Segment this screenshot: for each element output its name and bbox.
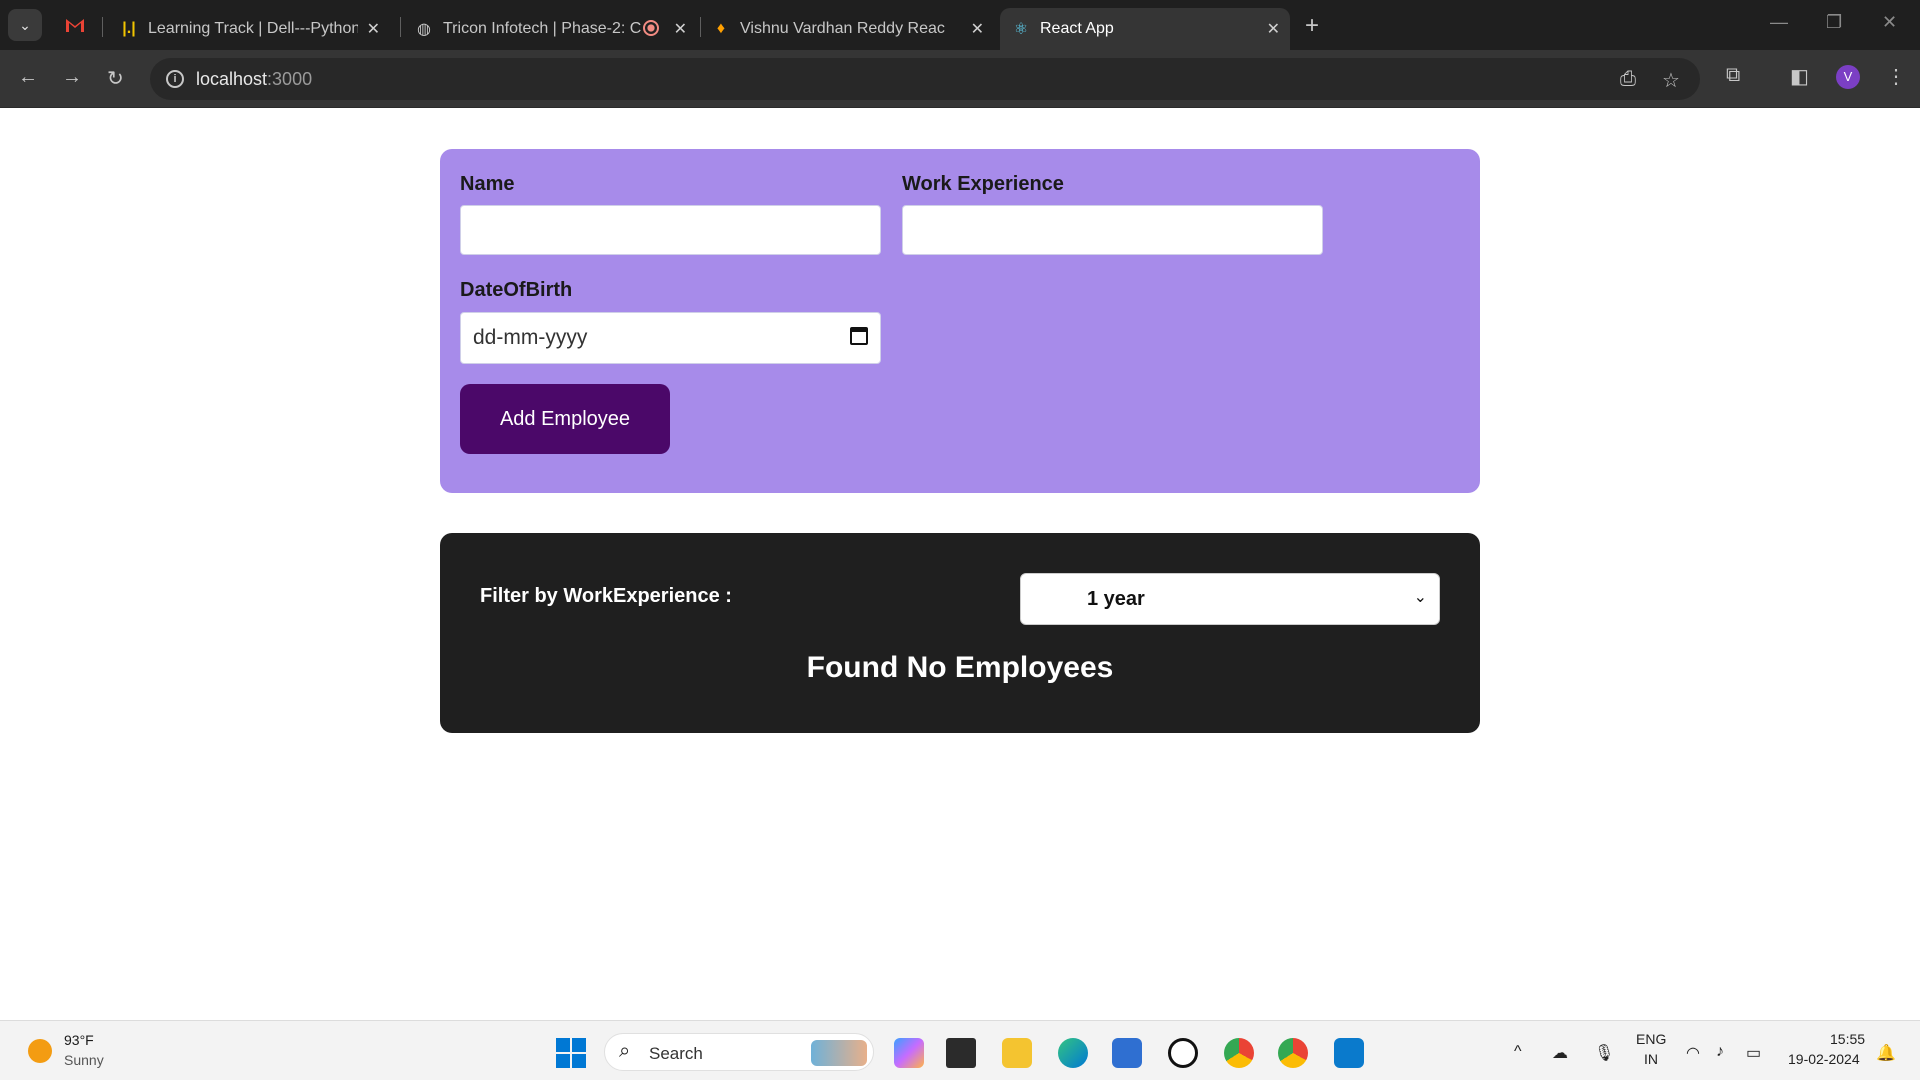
work-experience-input[interactable] — [902, 205, 1323, 255]
restore-icon[interactable]: ❐ — [1826, 12, 1842, 33]
site-info-icon[interactable]: i — [166, 70, 184, 88]
filter-label: Filter by WorkExperience : — [480, 585, 732, 607]
tab-separator — [400, 17, 401, 37]
extensions-icon[interactable]: ⧉ — [1726, 64, 1740, 87]
tab-tricon-infotech[interactable]: ◍ Tricon Infotech | Phase-2: C ✕ — [415, 8, 697, 50]
no-employees-message: Found No Employees — [806, 651, 1114, 684]
name-label: Name — [460, 173, 515, 195]
browser-tab-strip: ⌄ |.| Learning Track | Dell---Python-F ✕… — [0, 0, 1920, 50]
browser-toolbar: ← → ↻ i localhost:3000 ⎙ ☆ ⧉ ◧ ⋮ — [0, 50, 1920, 108]
chevron-down-icon: ⌄ — [19, 16, 31, 33]
add-employee-form: Name Work Experience DateOfBirth dd-mm-y… — [440, 149, 1480, 493]
taskbar-search-placeholder: Search — [649, 1044, 703, 1063]
edge-icon[interactable] — [1058, 1038, 1088, 1068]
globe-icon: ◍ — [417, 21, 431, 38]
react-icon: ⚛ — [1013, 21, 1029, 38]
tab-title: Tricon Infotech | Phase-2: C — [443, 20, 642, 37]
sun-icon[interactable] — [28, 1039, 52, 1063]
employee-filter-section: Filter by WorkExperience : 1 year ⌄ Foun… — [440, 533, 1480, 733]
weather-temperature[interactable]: 93°F — [64, 1032, 94, 1048]
close-icon[interactable]: ✕ — [971, 19, 984, 39]
tab-separator — [102, 17, 103, 37]
profile-avatar[interactable]: V — [1836, 65, 1860, 89]
menu-kebab-icon[interactable]: ⋮ — [1886, 64, 1906, 89]
reload-icon[interactable]: ↻ — [107, 66, 124, 91]
language-indicator[interactable]: ENG — [1636, 1031, 1666, 1047]
calendar-icon[interactable] — [850, 327, 868, 345]
clock-time[interactable]: 15:55 — [1830, 1031, 1865, 1047]
store-icon[interactable] — [1112, 1038, 1142, 1068]
language-region[interactable]: IN — [1644, 1051, 1658, 1067]
clock-date[interactable]: 19-02-2024 — [1788, 1051, 1860, 1067]
show-hidden-icons-icon[interactable]: ^ — [1514, 1043, 1522, 1061]
tab-learning-track[interactable]: |.| Learning Track | Dell---Python-F ✕ — [120, 8, 390, 50]
address-bar[interactable]: i localhost:3000 ⎙ ☆ — [150, 58, 1700, 100]
chrome-icon[interactable] — [1224, 1038, 1254, 1068]
recording-icon — [643, 20, 659, 36]
gmail-pinned-tab[interactable] — [64, 14, 86, 36]
new-tab-button[interactable]: + — [1305, 12, 1319, 40]
gmail-icon — [66, 19, 84, 32]
minimize-icon[interactable]: — — [1770, 12, 1788, 33]
chrome-profile-icon[interactable] — [1278, 1038, 1308, 1068]
tab-separator — [700, 17, 701, 37]
close-icon[interactable]: ✕ — [674, 19, 687, 39]
bar-chart-icon: |.| — [122, 20, 136, 37]
windows-taskbar: 93°F Sunny ⌕ Search ^ ☁ 🎙 ENG IN ◠ ♪ ▭ 1… — [0, 1020, 1920, 1080]
firebase-icon: ♦ — [716, 20, 726, 37]
date-placeholder: dd-mm-yyyy — [473, 326, 588, 349]
tab-title: React App — [1040, 20, 1114, 37]
name-input[interactable] — [460, 205, 881, 255]
chevron-down-icon: ⌄ — [1413, 589, 1427, 606]
dell-icon[interactable] — [1168, 1038, 1198, 1068]
install-app-icon[interactable]: ⎙ — [1620, 68, 1636, 91]
onedrive-cloud-icon[interactable]: ☁ — [1552, 1043, 1568, 1063]
copilot-icon[interactable] — [894, 1038, 924, 1068]
task-view-icon[interactable] — [946, 1038, 976, 1068]
tab-title: Vishnu Vardhan Reddy ReactJS — [740, 20, 945, 37]
window-close-icon[interactable]: ✕ — [1882, 12, 1897, 33]
date-of-birth-label: DateOfBirth — [460, 279, 573, 301]
work-experience-select[interactable]: 1 year ⌄ — [1020, 573, 1440, 625]
work-experience-label: Work Experience — [902, 173, 1064, 195]
back-icon[interactable]: ← — [18, 66, 38, 89]
tab-vishnu-reactjs[interactable]: ♦ Vishnu Vardhan Reddy ReactJS ✕ — [712, 8, 994, 50]
vscode-icon[interactable] — [1334, 1038, 1364, 1068]
date-of-birth-input[interactable]: dd-mm-yyyy — [460, 312, 881, 364]
search-icon: ⌕ — [619, 1040, 631, 1062]
taskbar-search-box[interactable]: ⌕ Search — [604, 1033, 874, 1071]
notification-bell-icon[interactable]: 🔔 — [1876, 1043, 1896, 1063]
close-icon[interactable]: ✕ — [367, 19, 380, 39]
tab-search-button[interactable]: ⌄ — [8, 9, 42, 41]
selected-option: 1 year — [1087, 588, 1145, 610]
speaker-icon[interactable]: ♪ — [1716, 1043, 1724, 1061]
tab-react-app[interactable]: ⚛ React App ✕ — [1000, 8, 1290, 50]
weather-description[interactable]: Sunny — [64, 1052, 104, 1068]
file-explorer-icon[interactable] — [1002, 1038, 1032, 1068]
add-employee-button[interactable]: Add Employee — [460, 384, 670, 454]
side-panel-icon[interactable]: ◧ — [1790, 64, 1809, 89]
url-text[interactable]: localhost:3000 — [196, 69, 312, 90]
forward-icon[interactable]: → — [62, 66, 82, 89]
close-icon[interactable]: ✕ — [1267, 19, 1280, 39]
tab-title: Learning Track | Dell---Python-F — [148, 20, 358, 37]
search-highlight-image — [811, 1040, 867, 1066]
microphone-icon[interactable]: 🎙 — [1594, 1043, 1614, 1063]
bookmark-star-icon[interactable]: ☆ — [1662, 68, 1680, 93]
wifi-icon[interactable]: ◠ — [1686, 1043, 1700, 1063]
battery-icon[interactable]: ▭ — [1746, 1043, 1761, 1063]
windows-start-icon[interactable] — [556, 1038, 586, 1068]
